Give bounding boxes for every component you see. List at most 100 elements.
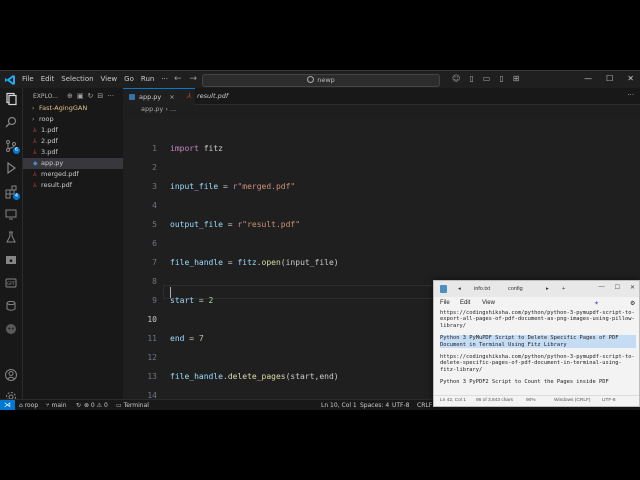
- notepad-window: ◂ info.txt config ▸ + — ☐ ✕ File Edit Vi…: [433, 280, 640, 407]
- testing-icon[interactable]: [4, 230, 18, 244]
- code-token: =: [222, 220, 238, 229]
- remote-explorer-icon[interactable]: [4, 207, 18, 221]
- notepad-status-zoom[interactable]: 90%: [526, 398, 536, 403]
- notepad-menu-edit[interactable]: Edit: [460, 300, 470, 306]
- line-number: 13: [147, 372, 157, 381]
- notepad-text-line: https://codingshiksha.com/python/python-…: [440, 354, 635, 373]
- source-control-icon[interactable]: 6: [4, 138, 20, 154]
- notepad-menu-view[interactable]: View: [482, 300, 495, 306]
- explorer-icon[interactable]: [4, 92, 18, 106]
- menu-view[interactable]: View: [101, 75, 118, 83]
- close-icon[interactable]: ✕: [627, 74, 634, 83]
- accounts-icon[interactable]: [4, 368, 18, 382]
- remote-indicator-icon[interactable]: ⋊: [0, 400, 15, 410]
- extensions-icon[interactable]: 4: [4, 184, 20, 200]
- pdf-file-icon: ⅄: [187, 92, 192, 100]
- line-number: 4: [152, 201, 157, 210]
- minimize-icon[interactable]: —: [584, 74, 592, 83]
- notepad-close-icon[interactable]: ✕: [630, 284, 635, 291]
- ai-extension-icon[interactable]: GPT: [4, 276, 18, 290]
- notepad-status-position: Ln 42, Col 1: [440, 398, 466, 403]
- new-folder-icon[interactable]: ▣: [77, 92, 84, 100]
- notepad-copilot-icon[interactable]: ✦: [594, 300, 599, 307]
- tree-item-label: roop: [39, 115, 54, 123]
- status-terminal[interactable]: ▭ Terminal: [116, 400, 149, 410]
- code-token: open: [261, 258, 281, 267]
- refresh-icon[interactable]: ↻: [88, 92, 94, 100]
- notepad-minimize-icon[interactable]: —: [599, 284, 605, 291]
- code-line: start = 2: [170, 296, 213, 305]
- code-line: file_handle = fitz.open(input_file): [170, 258, 339, 267]
- notepad-menu-file[interactable]: File: [440, 300, 450, 306]
- code-token: fitz: [237, 258, 257, 267]
- status-sync-icon[interactable]: ↻: [76, 400, 81, 410]
- run-debug-icon[interactable]: [4, 161, 18, 175]
- svg-text:▪: ▪: [9, 258, 12, 264]
- line-number-current: 10: [147, 315, 157, 324]
- notepad-text-area[interactable]: https://codingshiksha.com/python/python-…: [440, 310, 636, 392]
- new-file-icon[interactable]: ⊕: [67, 92, 73, 100]
- breadcrumb[interactable]: app.py › ...: [141, 105, 176, 113]
- menu-file[interactable]: File: [22, 75, 34, 83]
- code-line: input_file = r"merged.pdf": [170, 182, 295, 191]
- status-cursor-position[interactable]: Ln 10, Col 1: [321, 400, 357, 410]
- tab-result-pdf[interactable]: ⅄ result.pdf: [181, 88, 257, 104]
- toggle-secondary-sidebar-icon[interactable]: ▯: [499, 74, 503, 83]
- notepad-tab-left-arrow-icon[interactable]: ◂: [458, 286, 461, 292]
- code-token: "result.pdf": [242, 220, 301, 229]
- notepad-status-eol[interactable]: Windows (CRLF): [554, 398, 591, 403]
- docker-icon[interactable]: ▪: [4, 253, 18, 267]
- notepad-settings-icon[interactable]: ⚙: [630, 300, 635, 307]
- tree-item-app-py[interactable]: ◆ app.py: [23, 158, 123, 169]
- menu-edit[interactable]: Edit: [41, 75, 55, 83]
- menu-go[interactable]: Go: [124, 75, 134, 83]
- menu-selection[interactable]: Selection: [61, 75, 93, 83]
- notepad-new-tab-icon[interactable]: +: [562, 286, 565, 292]
- tree-item-merged-pdf[interactable]: ⅄ merged.pdf: [23, 169, 123, 180]
- title-bar: File Edit Selection View Go Run ··· ←→ n…: [0, 70, 640, 89]
- status-indentation[interactable]: Spaces: 4: [360, 400, 389, 410]
- code-token: fitz: [198, 144, 223, 153]
- tree-item-result-pdf[interactable]: ⅄ result.pdf: [23, 180, 123, 191]
- database-icon[interactable]: [4, 299, 18, 313]
- command-center-search[interactable]: newp: [202, 74, 440, 87]
- status-problems[interactable]: ⊗ 0 ⚠ 0: [84, 400, 108, 410]
- menu-run[interactable]: Run: [141, 75, 154, 83]
- tree-item-3-pdf[interactable]: ⅄ 3.pdf: [23, 147, 123, 158]
- menu-more[interactable]: ···: [161, 75, 168, 83]
- notepad-tab-config[interactable]: config: [508, 286, 523, 292]
- status-eol[interactable]: CRLF: [417, 400, 432, 410]
- tree-item-1-pdf[interactable]: ⅄ 1.pdf: [23, 125, 123, 136]
- tree-root-folder[interactable]: › Fast-AgingGAN: [23, 103, 123, 114]
- notepad-tab-right-arrow-icon[interactable]: ▸: [546, 286, 549, 292]
- status-folder[interactable]: ⌂ roop: [19, 400, 38, 410]
- search-icon[interactable]: [4, 115, 18, 129]
- copilot-icon[interactable]: ☺: [452, 74, 460, 83]
- status-branch[interactable]: ⑂ main: [46, 400, 67, 410]
- notepad-menu-bar: File Edit View ✦ ⚙: [434, 298, 639, 310]
- line-number: 12: [147, 353, 157, 362]
- tree-item-label: app.py: [41, 159, 64, 167]
- notepad-text-line-selected: Python 3 PyMuPDF Script to Delete Specif…: [440, 335, 636, 349]
- notepad-status-encoding[interactable]: UTF-8: [602, 398, 616, 403]
- status-encoding[interactable]: UTF-8: [392, 400, 410, 410]
- tree-item-label: 1.pdf: [41, 126, 58, 134]
- customize-layout-icon[interactable]: ⊞: [513, 74, 520, 83]
- bot-extension-icon[interactable]: [4, 322, 18, 336]
- back-arrow-icon[interactable]: ←: [174, 74, 190, 84]
- notepad-tab-info[interactable]: info.txt: [474, 286, 490, 292]
- code-token: 2: [208, 296, 214, 305]
- tab-close-icon[interactable]: ×: [169, 93, 174, 101]
- more-actions-icon[interactable]: ···: [107, 92, 114, 100]
- notepad-maximize-icon[interactable]: ☐: [615, 284, 620, 291]
- collapse-all-icon[interactable]: ⊟: [97, 92, 103, 100]
- code-line: end = 7: [170, 334, 204, 343]
- toggle-panel-icon[interactable]: ▭: [483, 74, 491, 83]
- maximize-icon[interactable]: ☐: [606, 74, 613, 83]
- tree-item-roop[interactable]: › roop: [23, 114, 123, 125]
- editor-more-actions-icon[interactable]: ···: [627, 91, 634, 99]
- tree-item-2-pdf[interactable]: ⅄ 2.pdf: [23, 136, 123, 147]
- notepad-text-line: https://codingshiksha.com/python/python-…: [440, 310, 635, 329]
- toggle-sidebar-icon[interactable]: ▯: [469, 74, 473, 83]
- code-line: import fitz: [170, 144, 223, 153]
